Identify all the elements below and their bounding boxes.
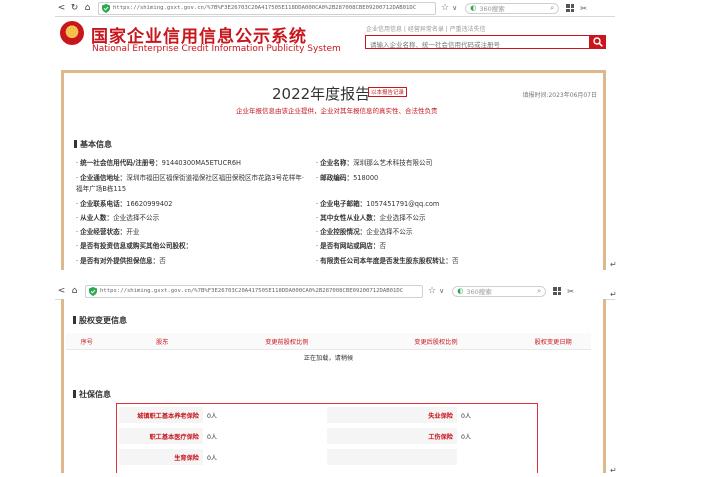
section-title-basic: 基本信息 (74, 139, 112, 150)
bookmark-star-icon[interactable]: ☆ (428, 286, 436, 296)
site-header: 国家企业信用信息公示系统 National Enterprise Credit … (55, 17, 615, 57)
ss-label: 生育保险 (119, 449, 203, 465)
table-row: 城镇职工基本养老保险 0人 失业保险 0人 (119, 407, 581, 423)
field-email: · 企业电子邮箱：1057451791@qq.com (316, 200, 440, 208)
home-icon[interactable]: ⌂ (81, 3, 94, 13)
back-icon[interactable]: < (55, 286, 68, 296)
column-header: 变更前股权比例 (217, 333, 357, 350)
table-row: 正在加载，请稍候 (66, 350, 591, 366)
screenshot-social-security: < ⌂ https://shiming.gsxt.gov.cn/%7B%F3E2… (55, 283, 615, 473)
return-mark: ↵ (610, 466, 617, 475)
ss-label (327, 449, 457, 465)
address-url: https://shiming.gsxt.gov.cn/%7B%F3E26703… (113, 5, 417, 11)
browser-search-placeholder: 360搜索 (479, 5, 505, 13)
field-status: · 企业经营状态：开业 (76, 228, 140, 236)
ss-label: 工伤保险 (327, 428, 457, 444)
ss-value: 0人 (207, 433, 218, 441)
enterprise-search-input[interactable]: 请输入企业名称、统一社会信用代码或注册号 (365, 35, 590, 49)
browser-toolbar: < ⌂ https://shiming.gsxt.gov.cn/%7B%F3E2… (55, 283, 615, 300)
search-icon[interactable]: ⌕ (550, 4, 554, 13)
ss-value: 0人 (461, 433, 472, 441)
column-header: 变更后股权比例 (356, 333, 516, 350)
scissors-icon[interactable]: ✂ (580, 4, 587, 13)
back-icon[interactable]: < (55, 3, 68, 13)
browser-search-placeholder: 360搜索 (466, 288, 492, 296)
field-guarantee: · 是否有对外提供担保信息：否 (76, 257, 166, 265)
browser-search-input[interactable]: ◐ 360搜索 ⌕ (465, 2, 560, 14)
scissors-icon[interactable]: ✂ (567, 287, 574, 296)
ss-label: 职工基本医疗保险 (119, 428, 203, 444)
annual-report-panel: 2022年度报告 以本报告记录 填报时间:2023年06月07日 企业年报信息由… (61, 70, 606, 270)
search-icon[interactable]: ⌕ (537, 287, 541, 296)
column-header: 股东 (107, 333, 218, 350)
apps-grid-icon[interactable] (566, 4, 575, 12)
field-investment: · 是否有投资信息或购买其他公司股权： (76, 242, 193, 250)
column-header: 股权变更日期 (515, 333, 591, 350)
section-title-social: 社保信息 (73, 389, 111, 400)
address-bar[interactable]: https://shiming.gsxt.gov.cn/%7B%F3E26703… (85, 284, 423, 298)
chevron-down-icon[interactable]: ∨ (452, 4, 457, 12)
field-postcode: · 邮政编码：518000 (316, 174, 379, 182)
national-emblem-icon (60, 21, 84, 45)
report-disclaimer: 企业年报信息由该企业提供，企业对其年报信息的真实性、合法性负责 (236, 107, 438, 115)
shield-icon (89, 286, 97, 296)
apps-grid-icon[interactable] (553, 287, 562, 295)
table-header-row: 序号 股东 变更前股权比例 变更后股权比例 股权变更日期 (66, 333, 591, 350)
search-engine-icon: ◐ (457, 287, 464, 295)
ss-label: 失业保险 (327, 407, 457, 423)
column-header: 序号 (66, 333, 108, 350)
ss-label: 城镇职工基本养老保险 (119, 407, 203, 423)
loading-text: 正在加载，请稍候 (303, 355, 354, 362)
equity-change-table: 序号 股东 变更前股权比例 变更后股权比例 股权变更日期 正在加载，请稍候 (66, 333, 591, 365)
field-equity-transfer: · 有限责任公司本年度是否发生股东股权转让：否 (316, 257, 459, 265)
chevron-down-icon[interactable]: ∨ (439, 287, 444, 295)
field-address-line2: 福年广场B栋115 (76, 185, 127, 193)
field-holding: · 企业控股情况：企业选择不公示 (316, 228, 413, 236)
field-female-employees: · 其中女性从业人数：企业选择不公示 (316, 214, 426, 222)
table-row: 职工基本医疗保险 0人 工伤保险 0人 (119, 428, 581, 444)
return-mark: ↵ (610, 260, 617, 269)
ss-value (457, 449, 581, 465)
bookmark-star-icon[interactable]: ☆ (441, 3, 449, 13)
search-icon (593, 37, 603, 47)
ss-value: 0人 (207, 412, 218, 420)
field-employees: · 从业人数：企业选择不公示 (76, 214, 160, 222)
field-website: · 是否有网站或网店：否 (316, 242, 387, 250)
search-engine-icon: ◐ (470, 4, 477, 12)
field-phone: · 企业联系电话：16620999402 (76, 200, 173, 208)
top-links[interactable]: 企业信用信息 | 经营异常名录 | 严重违法失信 (366, 24, 486, 33)
address-url: https://shiming.gsxt.gov.cn/%7B%F3E26703… (100, 288, 404, 294)
section-title-equity: 股权变更信息 (73, 315, 127, 326)
browser-toolbar: < ↻ ⌂ https://shiming.gsxt.gov.cn/%7B%F3… (55, 0, 615, 17)
table-row: 生育保险 0人 (119, 449, 581, 465)
search-button[interactable] (590, 35, 606, 49)
browser-search-input[interactable]: ◐ 360搜索 ⌕ (452, 285, 547, 297)
address-bar[interactable]: https://shiming.gsxt.gov.cn/%7B%F3E26703… (98, 1, 436, 15)
site-title-en: National Enterprise Credit Information P… (92, 44, 341, 54)
reload-icon[interactable]: ↻ (68, 3, 81, 13)
report-title: 2022年度报告 (272, 85, 371, 103)
fill-date: 填报时间:2023年06月07日 (522, 92, 597, 99)
home-icon[interactable]: ⌂ (68, 286, 81, 296)
ss-value: 0人 (207, 454, 218, 462)
field-address: · 企业通信地址：深圳市福田区福保街道福保社区福田保税区市花路3号花样年· (76, 174, 304, 182)
field-company-name: · 企业名称：深圳那么艺术科技有限公司 (316, 159, 433, 167)
shield-icon (102, 3, 110, 13)
report-badge[interactable]: 以本报告记录 (368, 87, 408, 97)
field-credit-code: · 统一社会信用代码/注册号：91440300MA5ETUCR6H (76, 159, 241, 167)
return-mark: ↵ (610, 290, 617, 299)
screenshot-report-page: < ↻ ⌂ https://shiming.gsxt.gov.cn/%7B%F3… (55, 0, 615, 270)
ss-value: 0人 (461, 412, 472, 420)
